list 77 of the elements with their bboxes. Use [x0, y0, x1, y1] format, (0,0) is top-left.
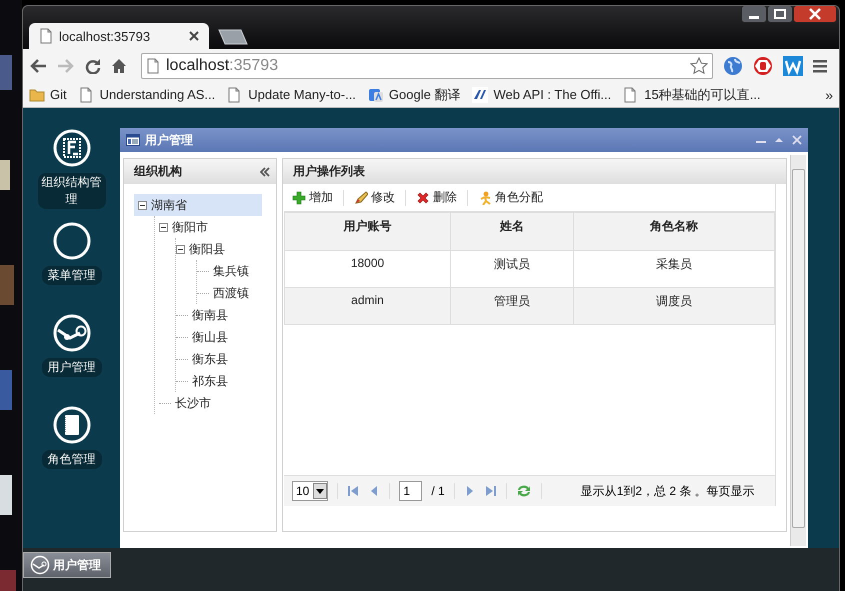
tree-item[interactable]: 衡山县 [176, 326, 262, 348]
tree-item[interactable]: 集兵镇 [197, 260, 262, 282]
bookmark[interactable]: Understanding AS... [78, 86, 216, 102]
page-number-field[interactable]: 1 [399, 481, 422, 501]
translate-icon [368, 86, 384, 102]
w-logo-icon[interactable] [783, 56, 803, 76]
toolbar-button[interactable]: 增加 [290, 189, 335, 206]
table-cell: 调度员 [574, 288, 774, 324]
tree-item[interactable]: 衡东县 [176, 348, 262, 370]
table-cell: admin [284, 288, 450, 324]
pencil-icon [354, 190, 368, 204]
collapse-toggle-icon[interactable] [176, 244, 185, 254]
menu-icon[interactable] [813, 58, 829, 74]
reload-icon[interactable] [85, 58, 101, 74]
stop-hand-icon[interactable] [753, 56, 773, 76]
tree-item[interactable]: 西渡镇 [197, 282, 262, 304]
sidebar-item[interactable]: 角色管理 [42, 450, 102, 469]
toolbar-button[interactable]: 删除 [414, 189, 459, 206]
dialog-title: 用户管理 [145, 132, 194, 148]
page-icon [39, 28, 53, 44]
folder-f-icon[interactable] [52, 128, 92, 168]
sidebar-item[interactable]: 用户管理 [42, 358, 102, 377]
panel-title: 用户操作列表 [293, 163, 365, 180]
toolbar-button[interactable]: 角色分配 [476, 189, 545, 206]
toolbar-button[interactable]: 修改 [352, 189, 397, 206]
first-page-icon[interactable] [347, 485, 360, 497]
page-icon [146, 58, 160, 74]
collapse-toggle-icon[interactable] [138, 200, 147, 210]
column-header[interactable]: 姓名 [450, 212, 574, 250]
bookmark[interactable]: Git [29, 86, 67, 102]
collapse-icon[interactable] [260, 166, 270, 176]
home-icon[interactable] [111, 58, 127, 74]
notebook-icon[interactable] [52, 405, 92, 445]
scrollbar[interactable] [790, 155, 806, 546]
bookmark[interactable]: Web API : The Offi... [472, 86, 612, 102]
refresh-icon[interactable] [516, 483, 532, 499]
address-field[interactable]: localhost:35793 [141, 52, 713, 78]
net-logo-icon [472, 86, 488, 102]
close-icon[interactable] [189, 31, 199, 41]
window-icon [126, 134, 140, 146]
page-total: / 1 [431, 484, 445, 498]
page-info: 显示从1到2，总 2 条 。每页显示 [580, 482, 755, 500]
globe-icon[interactable] [723, 56, 743, 76]
tree-item[interactable]: 祁东县 [176, 370, 262, 392]
back-icon[interactable] [29, 58, 47, 74]
collapse-toggle-icon[interactable] [159, 222, 168, 232]
bookmark[interactable]: Update Many-to-... [227, 86, 356, 102]
folder-icon [29, 86, 45, 102]
bookmark[interactable]: 15种基础的可以直... [623, 86, 761, 104]
new-tab-icon[interactable] [217, 29, 249, 45]
close-icon[interactable] [793, 6, 837, 23]
page-size-select[interactable]: 10 [292, 481, 328, 501]
plus-icon [292, 190, 306, 204]
cross-icon [416, 190, 430, 204]
star-icon[interactable] [690, 56, 708, 74]
panel-title: 组织机构 [134, 163, 182, 180]
maximize-icon[interactable] [767, 6, 793, 23]
column-header[interactable]: 角色名称 [574, 212, 774, 250]
circle-icon[interactable] [52, 221, 92, 261]
tree-item[interactable]: 长沙市 [155, 392, 262, 414]
steam-logo-icon[interactable] [52, 313, 92, 353]
tree-item[interactable]: 衡南县 [176, 304, 262, 326]
sidebar-item[interactable]: 菜单管理 [42, 266, 102, 285]
sidebar-item[interactable]: 组织结构管理 [38, 173, 106, 209]
more-bookmarks-button[interactable]: » [825, 86, 833, 102]
taskbar-button[interactable]: 用户管理 [23, 552, 111, 578]
last-page-icon[interactable] [484, 485, 497, 497]
table-cell: 管理员 [450, 288, 574, 324]
tree-item[interactable]: 衡阳市 [155, 216, 262, 238]
bookmark[interactable]: Google 翻译 [368, 86, 460, 104]
column-header[interactable]: 用户账号 [284, 212, 450, 250]
tree-item[interactable]: 衡阳县 [176, 238, 262, 260]
steam-logo-icon [30, 555, 50, 575]
browser-tab[interactable]: localhost:35793 [29, 23, 209, 49]
person-icon [478, 190, 492, 204]
tree-item[interactable]: 湖南省 [134, 194, 262, 216]
minimize-icon[interactable] [741, 6, 767, 23]
